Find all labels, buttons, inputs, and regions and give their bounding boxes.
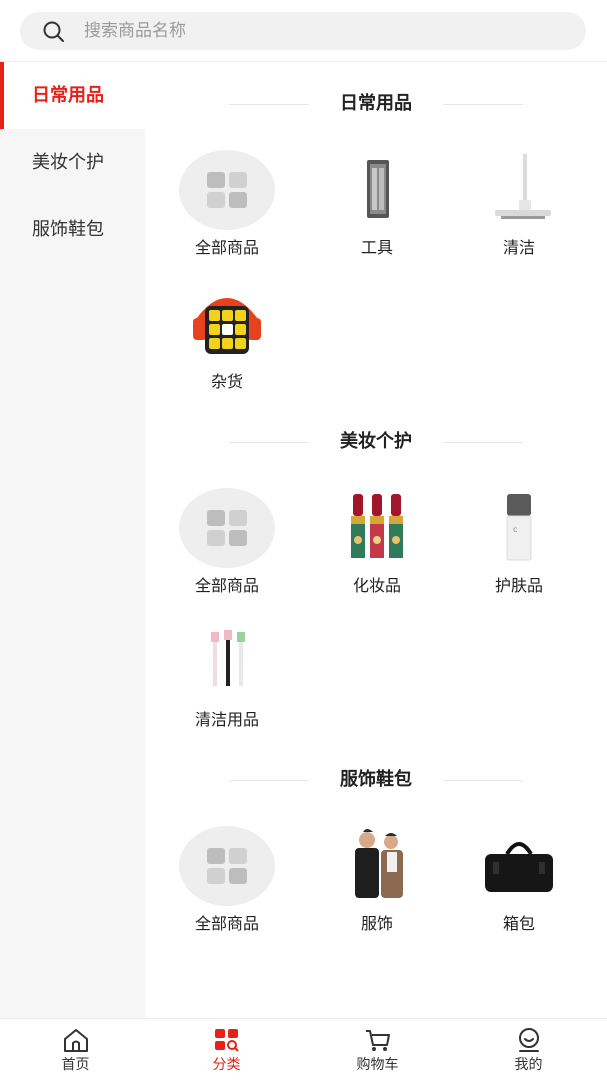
sidebar-item-daily[interactable]: 日常用品: [0, 62, 145, 129]
section-title: 美妆个护: [340, 431, 412, 452]
svg-text:c: c: [513, 525, 517, 534]
profile-icon: [519, 1028, 539, 1052]
category-icon: [215, 1029, 239, 1052]
search-header: 搜索商品名称: [0, 0, 607, 62]
tab-home[interactable]: 首页: [0, 1019, 151, 1081]
subcategory-clothing[interactable]: 服饰: [295, 826, 435, 946]
home-icon: [64, 1029, 88, 1052]
bottom-tab-bar: 首页 分类 购物车 我的: [0, 1018, 607, 1080]
clothing-models-image: [355, 829, 403, 898]
all-goods-grid-icon: [179, 826, 275, 906]
subcategory-skincare[interactable]: c 护肤品: [437, 488, 577, 608]
subcategory-all-goods[interactable]: 全部商品: [145, 488, 285, 608]
lipsticks-image: [351, 494, 403, 558]
rubiks-cube-image: [193, 298, 261, 354]
divider: [443, 442, 523, 443]
divider: [443, 780, 523, 781]
category-content: 日常用品 全部商品 工具 清洁 杂货 美妆个护 全部商品 化妆品 c 护肤品 清…: [145, 62, 607, 1018]
section-title: 服饰鞋包: [340, 769, 412, 790]
tab-category[interactable]: 分类: [151, 1019, 302, 1081]
all-goods-grid-icon: [179, 150, 275, 230]
subcategory-groceries[interactable]: 杂货: [145, 284, 285, 404]
subcategory-all-goods[interactable]: 全部商品: [145, 826, 285, 946]
mop-image: [495, 154, 551, 219]
subcategory-label: 服饰: [360, 914, 393, 933]
subcategory-label: 全部商品: [194, 576, 259, 595]
subcategory-label: 清洁: [502, 238, 535, 257]
subcategory-cleaning-supplies[interactable]: 清洁用品: [145, 622, 285, 742]
subcategory-label: 全部商品: [194, 238, 259, 257]
subcategory-cosmetics[interactable]: 化妆品: [295, 488, 435, 608]
search-bar[interactable]: 搜索商品名称: [20, 12, 586, 50]
subcategory-cleaning[interactable]: 清洁: [437, 150, 577, 270]
tab-label: 分类: [212, 1057, 241, 1073]
tab-label: 首页: [61, 1057, 90, 1073]
search-input[interactable]: 搜索商品名称: [84, 12, 186, 50]
subcategory-label: 箱包: [502, 914, 535, 933]
subcategory-tools[interactable]: 工具: [295, 150, 435, 270]
subcategory-label: 工具: [360, 238, 393, 257]
subcategory-all-goods[interactable]: 全部商品: [145, 150, 285, 270]
subcategory-label: 杂货: [210, 372, 243, 391]
section-title: 日常用品: [340, 93, 412, 114]
search-icon: [43, 21, 64, 42]
subcategory-label: 护肤品: [494, 576, 543, 595]
subcategory-label: 清洁用品: [194, 710, 259, 729]
category-sidebar: 日常用品 美妆个护 服饰鞋包: [0, 62, 145, 1018]
subcategory-label: 化妆品: [352, 576, 401, 595]
toothbrush-heads-image: [211, 630, 245, 686]
tab-profile[interactable]: 我的: [453, 1019, 604, 1081]
subcategory-label: 全部商品: [194, 914, 259, 933]
subcategory-bags[interactable]: 箱包: [437, 826, 577, 946]
briefcase-image: [485, 842, 553, 892]
tab-cart[interactable]: 购物车: [302, 1019, 453, 1081]
tab-label: 购物车: [356, 1057, 399, 1073]
tab-label: 我的: [514, 1057, 543, 1073]
sidebar-item-apparel[interactable]: 服饰鞋包: [0, 196, 145, 263]
skincare-bottle-image: c: [506, 494, 532, 561]
divider: [443, 104, 523, 105]
all-goods-grid-icon: [179, 488, 275, 568]
cart-icon: [366, 1030, 390, 1051]
tool-kit-image: [367, 160, 389, 218]
sidebar-item-beauty[interactable]: 美妆个护: [0, 129, 145, 196]
